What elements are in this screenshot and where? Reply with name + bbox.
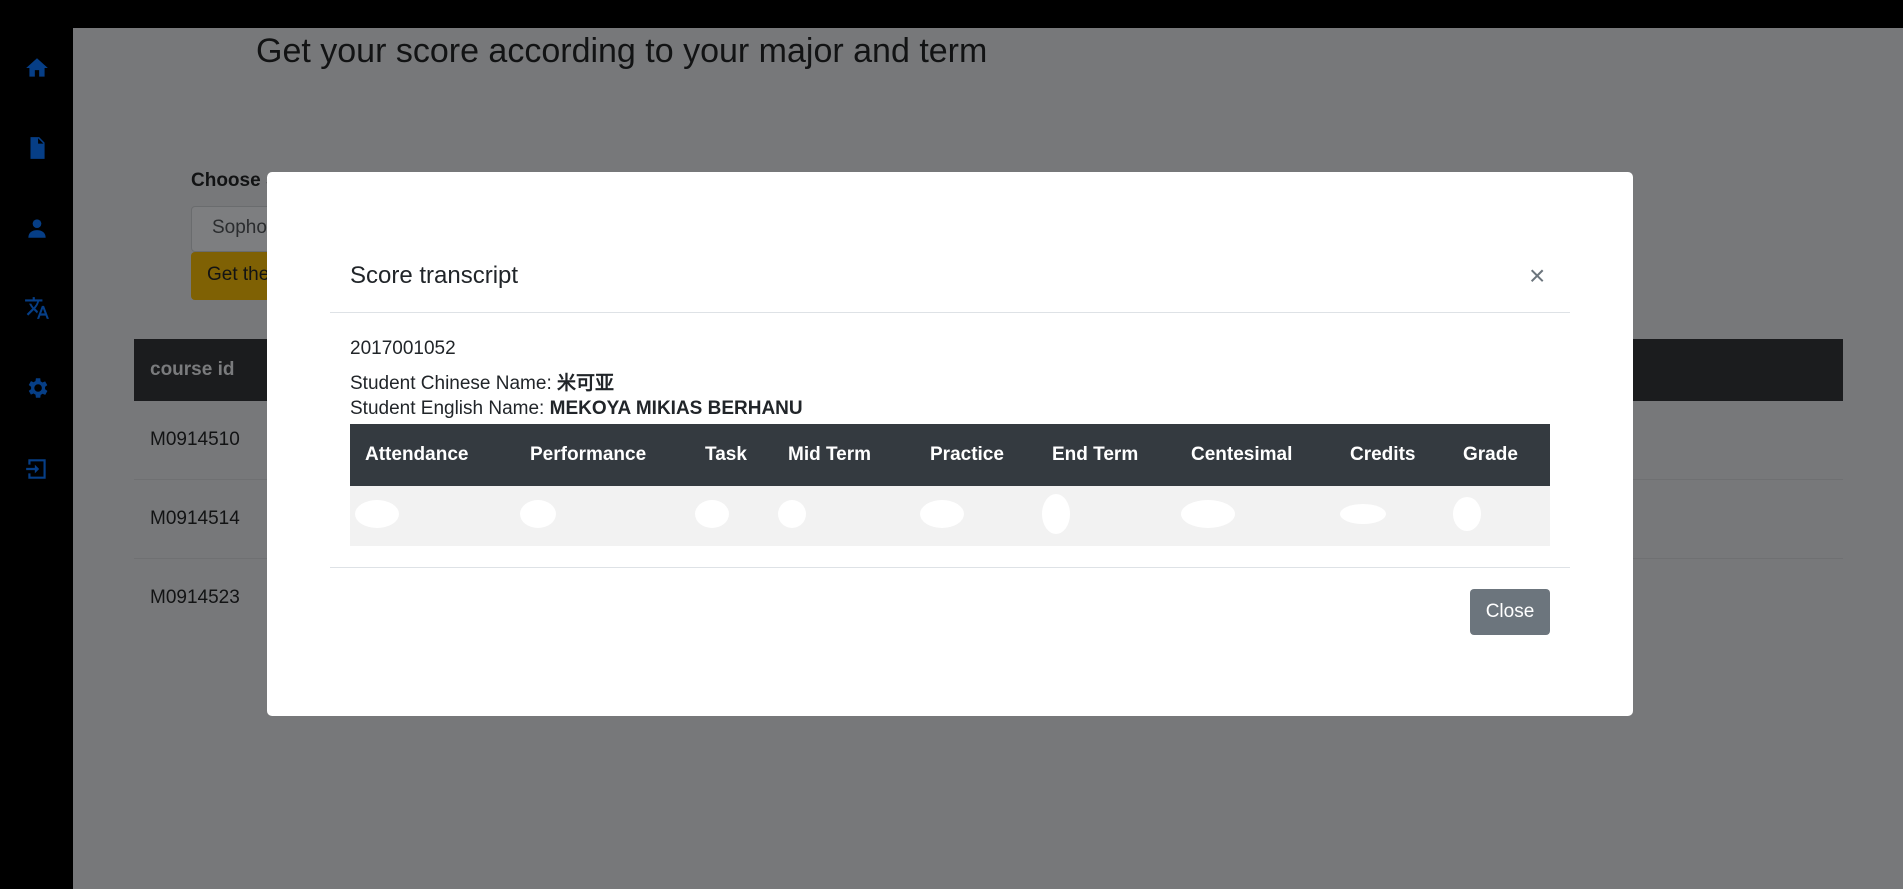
score-table: Attendance Performance Task Mid Term Pra… (350, 424, 1550, 546)
col-grade: Grade (1448, 424, 1550, 486)
page-title: Get your score according to your major a… (256, 32, 988, 70)
col-end-term: End Term (1037, 424, 1176, 486)
redacted-value (1340, 503, 1386, 524)
redacted-value (778, 499, 806, 528)
english-name-label: Student English Name: (350, 398, 550, 419)
redacted-value (695, 499, 729, 528)
choose-semester-label: Choose S (191, 170, 279, 191)
modal-title: Score transcript (350, 262, 519, 289)
english-name: MEKOYA MIKIAS BERHANU (549, 398, 803, 419)
redacted-value (1042, 493, 1070, 534)
translate-icon[interactable] (24, 295, 50, 321)
divider (330, 567, 1570, 568)
english-name-line: Student English Name: MEKOYA MIKIAS BERH… (350, 398, 803, 420)
redacted-value (520, 499, 556, 528)
col-task: Task (690, 424, 773, 486)
close-button[interactable]: Close (1470, 589, 1550, 635)
document-icon[interactable] (24, 135, 50, 161)
col-attendance: Attendance (350, 424, 515, 486)
col-practice: Practice (915, 424, 1037, 486)
redacted-value (1453, 496, 1481, 531)
col-centesimal: Centesimal (1176, 424, 1335, 486)
chinese-name-label: Student Chinese Name: (350, 373, 558, 394)
gear-icon[interactable] (24, 375, 50, 401)
sign-in-icon[interactable] (24, 456, 50, 482)
top-bar (0, 0, 1903, 28)
chinese-name-line: Student Chinese Name: 米可亚 (350, 368, 614, 395)
score-table-header: Attendance Performance Task Mid Term Pra… (350, 424, 1550, 486)
chinese-name: 米可亚 (557, 373, 615, 394)
close-icon[interactable]: × (1529, 260, 1545, 292)
score-transcript-modal: Score transcript × 2017001052 Student Ch… (267, 172, 1633, 716)
table-row (350, 486, 1550, 546)
divider (330, 312, 1570, 313)
user-icon[interactable] (24, 215, 50, 241)
col-performance: Performance (515, 424, 690, 486)
home-icon[interactable] (24, 55, 50, 81)
redacted-value (920, 499, 964, 528)
redacted-value (355, 499, 399, 528)
col-mid-term: Mid Term (773, 424, 915, 486)
col-credits: Credits (1335, 424, 1448, 486)
student-id: 2017001052 (350, 338, 456, 359)
sidebar (0, 28, 73, 889)
redacted-value (1181, 499, 1235, 528)
